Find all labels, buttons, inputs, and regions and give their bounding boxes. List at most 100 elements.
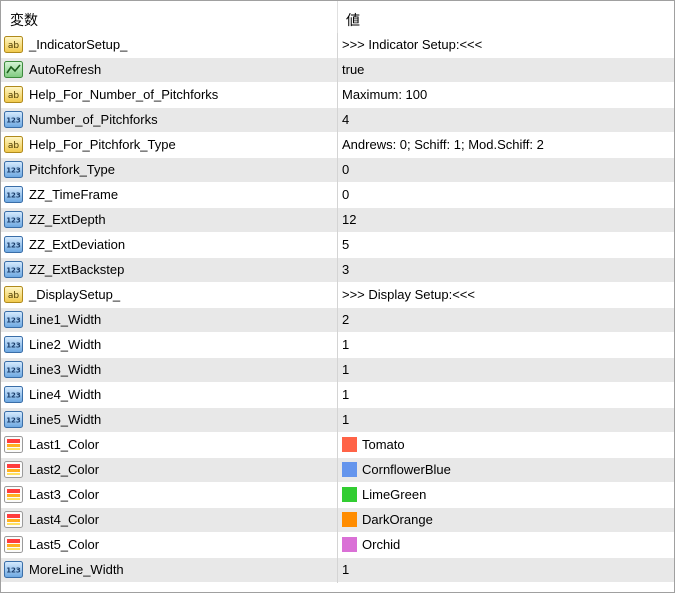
variable-cell[interactable]: Last4_Color <box>1 508 337 532</box>
table-row[interactable]: AutoRefresh true <box>1 58 674 83</box>
color-palette-icon <box>4 436 23 453</box>
table-body: ab _IndicatorSetup_ >>> Indicator Setup:<<… <box>1 33 674 583</box>
table-row[interactable]: ab Help_For_Number_of_Pitchforks Maximum: … <box>1 83 674 108</box>
value-cell[interactable]: 1 <box>338 408 674 432</box>
table-row[interactable]: Last4_Color DarkOrange <box>1 508 674 533</box>
table-row[interactable]: ab Help_For_Pitchfork_Type Andrews: 0; Sch… <box>1 133 674 158</box>
variable-cell[interactable]: Last5_Color <box>1 533 337 557</box>
variable-cell[interactable]: Last1_Color <box>1 433 337 457</box>
value-cell[interactable]: 1 <box>338 358 674 382</box>
variable-value: 1 <box>342 562 350 577</box>
value-cell[interactable]: 4 <box>338 108 674 132</box>
table-row[interactable]: 123 Line1_Width 2 <box>1 308 674 333</box>
variable-cell[interactable]: 123 ZZ_TimeFrame <box>1 183 337 207</box>
variable-cell[interactable]: 123 ZZ_ExtDeviation <box>1 233 337 257</box>
table-row[interactable]: 123 Pitchfork_Type 0 <box>1 158 674 183</box>
svg-text:ab: ab <box>8 291 20 301</box>
header-value[interactable]: 値 <box>346 10 360 30</box>
variable-cell[interactable]: 123 Line4_Width <box>1 383 337 407</box>
svg-text:123: 123 <box>6 392 21 400</box>
value-cell[interactable]: 12 <box>338 208 674 232</box>
variable-cell[interactable]: 123 Pitchfork_Type <box>1 158 337 182</box>
table-row[interactable]: Last1_Color Tomato <box>1 433 674 458</box>
value-cell[interactable]: 0 <box>338 158 674 182</box>
table-row[interactable]: Last3_Color LimeGreen <box>1 483 674 508</box>
variable-cell[interactable]: Last2_Color <box>1 458 337 482</box>
color-swatch[interactable] <box>342 437 357 452</box>
variable-cell[interactable]: ab _DisplaySetup_ <box>1 283 337 307</box>
variable-name: Line2_Width <box>29 337 102 352</box>
variable-cell[interactable]: 123 ZZ_ExtDepth <box>1 208 337 232</box>
table-row[interactable]: 123 ZZ_ExtBackstep 3 <box>1 258 674 283</box>
value-cell[interactable]: true <box>338 58 674 82</box>
ab-text-icon: ab <box>4 36 23 53</box>
value-cell[interactable]: 0 <box>338 183 674 207</box>
variable-name: Last2_Color <box>29 462 100 477</box>
variable-name: Line5_Width <box>29 412 102 427</box>
variable-cell[interactable]: 123 Line2_Width <box>1 333 337 357</box>
svg-text:123: 123 <box>6 117 21 125</box>
value-cell[interactable]: 5 <box>338 233 674 257</box>
variable-name: Line3_Width <box>29 362 102 377</box>
value-cell[interactable]: 1 <box>338 333 674 357</box>
value-cell[interactable]: LimeGreen <box>338 483 674 507</box>
table-row[interactable]: 123 ZZ_ExtDeviation 5 <box>1 233 674 258</box>
variable-value: 1 <box>342 337 350 352</box>
table-row[interactable]: Last5_Color Orchid <box>1 533 674 558</box>
value-cell[interactable]: 3 <box>338 258 674 282</box>
value-cell[interactable]: Andrews: 0; Schiff: 1; Mod.Schiff: 2 <box>338 133 674 157</box>
table-row[interactable]: 123 Number_of_Pitchforks 4 <box>1 108 674 133</box>
variable-cell[interactable]: 123 Line5_Width <box>1 408 337 432</box>
color-swatch[interactable] <box>342 512 357 527</box>
table-row[interactable]: 123 ZZ_ExtDepth 12 <box>1 208 674 233</box>
svg-text:123: 123 <box>6 217 21 225</box>
variable-name: Pitchfork_Type <box>29 162 115 177</box>
color-swatch[interactable] <box>342 487 357 502</box>
table-row[interactable]: ab _DisplaySetup_ >>> Display Setup:<<< <box>1 283 674 308</box>
svg-text:123: 123 <box>6 242 21 250</box>
color-swatch[interactable] <box>342 537 357 552</box>
table-row[interactable]: ab _IndicatorSetup_ >>> Indicator Setup:<<… <box>1 33 674 58</box>
table-row[interactable]: 123 MoreLine_Width 1 <box>1 558 674 583</box>
value-cell[interactable]: Tomato <box>338 433 674 457</box>
int-123-icon: 123 <box>4 186 23 203</box>
color-name: DarkOrange <box>362 512 433 527</box>
variable-cell[interactable]: ab Help_For_Number_of_Pitchforks <box>1 83 337 107</box>
value-cell[interactable]: CornflowerBlue <box>338 458 674 482</box>
value-cell[interactable]: Orchid <box>338 533 674 557</box>
table-row[interactable]: 123 ZZ_TimeFrame 0 <box>1 183 674 208</box>
table-row[interactable]: 123 Line3_Width 1 <box>1 358 674 383</box>
color-palette-icon <box>4 461 23 478</box>
value-cell[interactable]: DarkOrange <box>338 508 674 532</box>
variable-cell[interactable]: AutoRefresh <box>1 58 337 82</box>
value-cell[interactable]: 1 <box>338 558 674 582</box>
variable-name: Help_For_Pitchfork_Type <box>29 137 176 152</box>
variable-name: Last3_Color <box>29 487 100 502</box>
variable-cell[interactable]: ab Help_For_Pitchfork_Type <box>1 133 337 157</box>
value-cell[interactable]: 2 <box>338 308 674 332</box>
value-cell[interactable]: 1 <box>338 383 674 407</box>
variable-cell[interactable]: 123 Line1_Width <box>1 308 337 332</box>
variable-cell[interactable]: 123 ZZ_ExtBackstep <box>1 258 337 282</box>
variable-value: >>> Display Setup:<<< <box>342 287 475 302</box>
variable-cell[interactable]: 123 Line3_Width <box>1 358 337 382</box>
variable-name: Help_For_Number_of_Pitchforks <box>29 87 219 102</box>
table-row[interactable]: 123 Line4_Width 1 <box>1 383 674 408</box>
table-row[interactable]: 123 Line2_Width 1 <box>1 333 674 358</box>
table-row[interactable]: Last2_Color CornflowerBlue <box>1 458 674 483</box>
value-cell[interactable]: Maximum: 100 <box>338 83 674 107</box>
variable-value: true <box>342 62 365 77</box>
variable-value: 12 <box>342 212 357 227</box>
color-swatch[interactable] <box>342 462 357 477</box>
variable-cell[interactable]: Last3_Color <box>1 483 337 507</box>
value-cell[interactable]: >>> Indicator Setup:<<< <box>338 33 674 57</box>
header-divider[interactable] <box>337 1 338 33</box>
table-row[interactable]: 123 Line5_Width 1 <box>1 408 674 433</box>
variable-cell[interactable]: ab _IndicatorSetup_ <box>1 33 337 57</box>
variable-cell[interactable]: 123 Number_of_Pitchforks <box>1 108 337 132</box>
int-123-icon: 123 <box>4 361 23 378</box>
variable-cell[interactable]: 123 MoreLine_Width <box>1 558 337 582</box>
header-variable[interactable]: 変数 <box>10 10 38 30</box>
value-cell[interactable]: >>> Display Setup:<<< <box>338 283 674 307</box>
svg-text:123: 123 <box>6 367 21 375</box>
